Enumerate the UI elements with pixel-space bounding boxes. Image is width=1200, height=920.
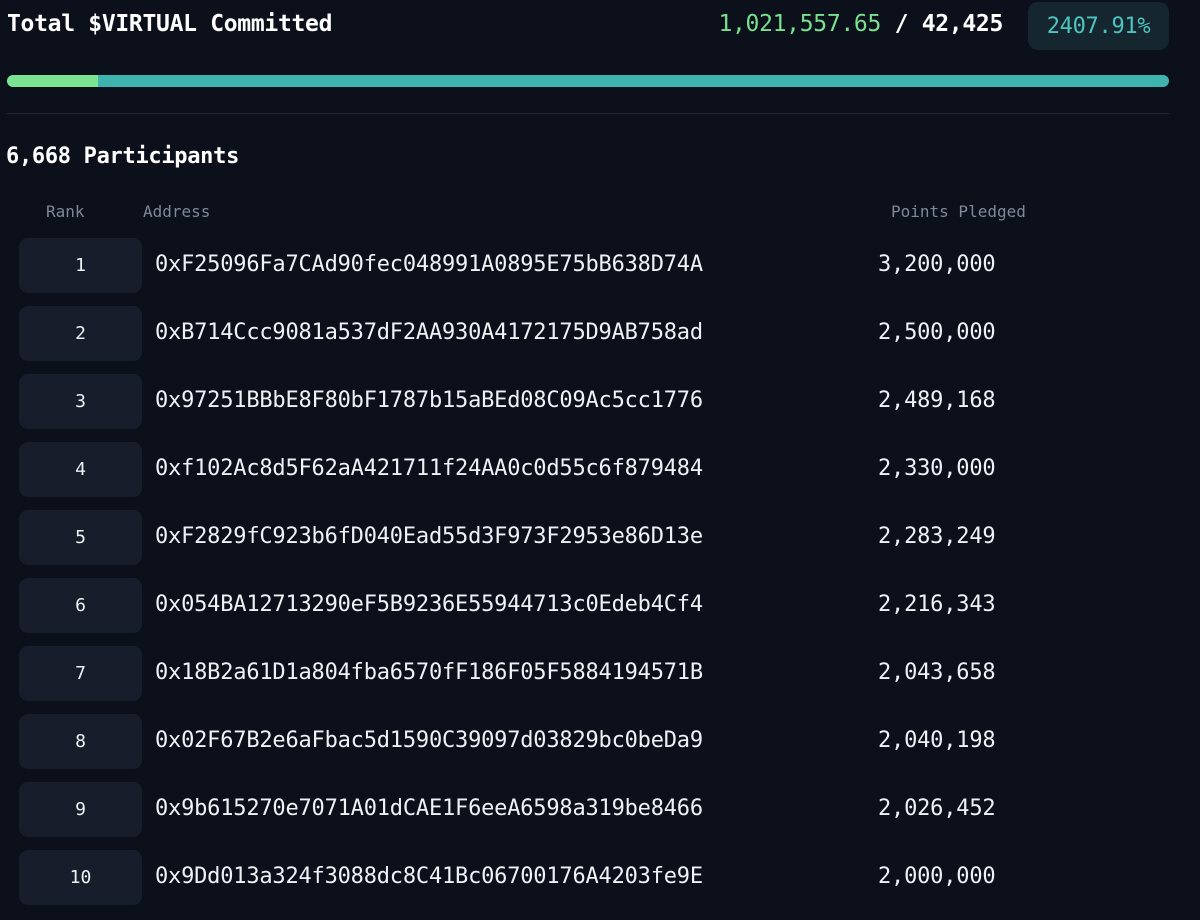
percent-badge: 2407.91%	[1028, 2, 1169, 50]
table-row[interactable]: 7 0x18B2a61D1a804fba6570fF186F05F5884194…	[0, 646, 1200, 702]
points-pledged: 2,489,168	[878, 388, 996, 413]
commit-progress-bar	[7, 75, 1169, 87]
table-row[interactable]: 1 0xF25096Fa7CAd90fec048991A0895E75bB638…	[0, 238, 1200, 294]
points-pledged: 2,043,658	[878, 660, 996, 685]
commit-separator: /	[894, 11, 909, 37]
wallet-address[interactable]: 0x9b615270e7071A01dCAE1F6eeA6598a319be84…	[155, 796, 703, 821]
table-row[interactable]: 9 0x9b615270e7071A01dCAE1F6eeA6598a319be…	[0, 782, 1200, 838]
rank-badge: 3	[19, 374, 142, 429]
points-pledged: 2,330,000	[878, 456, 996, 481]
wallet-address[interactable]: 0xf102Ac8d5F62aA421711f24AA0c0d55c6f8794…	[155, 456, 703, 481]
page-title: Total $VIRTUAL Committed	[7, 11, 333, 37]
rank-badge: 5	[19, 510, 142, 565]
rank-badge: 2	[19, 306, 142, 361]
points-pledged: 2,026,452	[878, 796, 996, 821]
rank-badge: 6	[19, 578, 142, 633]
wallet-address[interactable]: 0x9Dd013a324f3088dc8C41Bc06700176A4203fe…	[155, 864, 703, 889]
committed-amount: 1,021,557.65	[718, 11, 882, 37]
column-header-points: Points Pledged	[891, 202, 1026, 221]
table-row[interactable]: 6 0x054BA12713290eF5B9236E55944713c0Edeb…	[0, 578, 1200, 634]
rank-badge: 1	[19, 238, 142, 293]
points-pledged: 2,000,000	[878, 864, 996, 889]
commit-figures: 1,021,557.65 / 42,425	[718, 11, 1003, 37]
table-row[interactable]: 8 0x02F67B2e6aFbac5d1590C39097d03829bc0b…	[0, 714, 1200, 770]
points-pledged: 2,500,000	[878, 320, 996, 345]
points-pledged: 2,040,198	[878, 728, 996, 753]
column-header-rank: Rank	[46, 202, 85, 221]
table-row[interactable]: 5 0xF2829fC923b6fD040Ead55d3F973F2953e86…	[0, 510, 1200, 566]
wallet-address[interactable]: 0x02F67B2e6aFbac5d1590C39097d03829bc0beD…	[155, 728, 703, 753]
points-pledged: 2,216,343	[878, 592, 996, 617]
rank-badge: 4	[19, 442, 142, 497]
commit-progress-fill	[7, 75, 98, 87]
section-divider	[7, 113, 1169, 114]
rank-badge: 8	[19, 714, 142, 769]
presale-leaderboard: Total $VIRTUAL Committed 1,021,557.65 / …	[0, 0, 1200, 920]
table-row[interactable]: 2 0xB714Ccc9081a537dF2AA930A4172175D9AB7…	[0, 306, 1200, 362]
table-row[interactable]: 10 0x9Dd013a324f3088dc8C41Bc06700176A420…	[0, 850, 1200, 906]
wallet-address[interactable]: 0xF25096Fa7CAd90fec048991A0895E75bB638D7…	[155, 252, 703, 277]
table-row[interactable]: 3 0x97251BBbE8F80bF1787b15aBEd08C09Ac5cc…	[0, 374, 1200, 430]
wallet-address[interactable]: 0x97251BBbE8F80bF1787b15aBEd08C09Ac5cc17…	[155, 388, 703, 413]
points-pledged: 3,200,000	[878, 252, 996, 277]
participants-count: 6,668 Participants	[6, 144, 240, 169]
column-header-address: Address	[143, 202, 211, 221]
commit-target: 42,425	[921, 11, 1004, 37]
commit-summary-header: Total $VIRTUAL Committed 1,021,557.65 / …	[7, 0, 1169, 52]
rank-badge: 9	[19, 782, 142, 837]
wallet-address[interactable]: 0xB714Ccc9081a537dF2AA930A4172175D9AB758…	[155, 320, 703, 345]
wallet-address[interactable]: 0x054BA12713290eF5B9236E55944713c0Edeb4C…	[155, 592, 703, 617]
points-pledged: 2,283,249	[878, 524, 996, 549]
rank-badge: 10	[19, 850, 142, 905]
wallet-address[interactable]: 0xF2829fC923b6fD040Ead55d3F973F2953e86D1…	[155, 524, 703, 549]
rank-badge: 7	[19, 646, 142, 701]
table-row[interactable]: 4 0xf102Ac8d5F62aA421711f24AA0c0d55c6f87…	[0, 442, 1200, 498]
wallet-address[interactable]: 0x18B2a61D1a804fba6570fF186F05F588419457…	[155, 660, 703, 685]
